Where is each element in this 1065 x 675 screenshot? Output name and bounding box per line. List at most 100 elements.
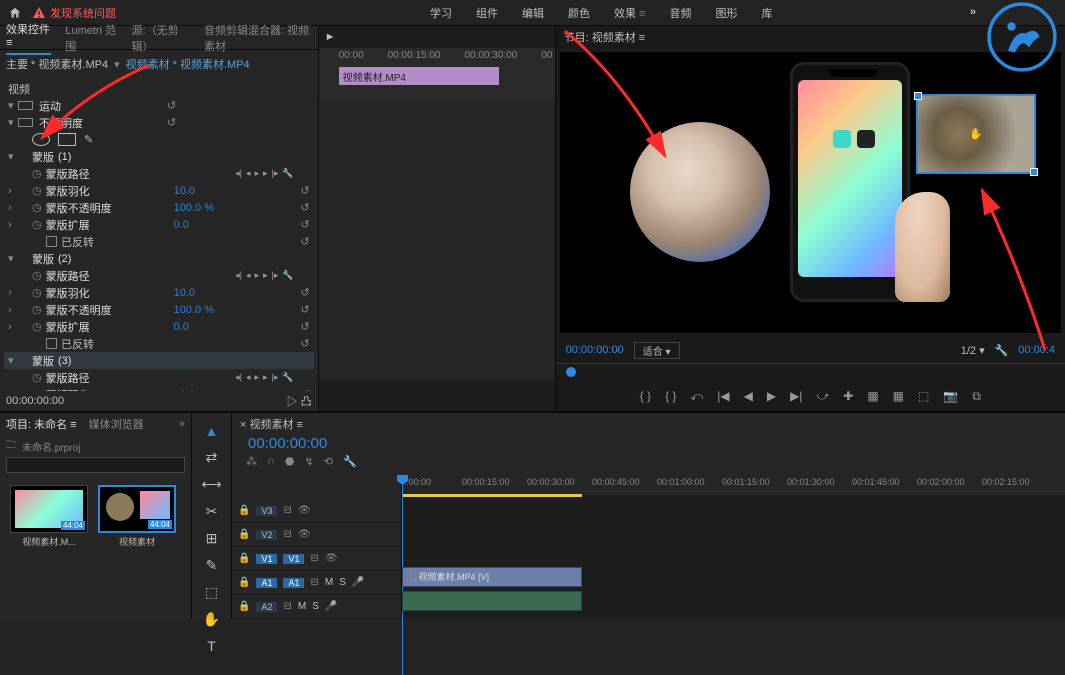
home-icon[interactable]: [8, 6, 22, 20]
mask-path[interactable]: 蒙版路径: [46, 166, 174, 182]
play-icon[interactable]: ►: [325, 31, 336, 43]
rect-mask-icon[interactable]: [58, 133, 76, 146]
zoom-fit-dropdown[interactable]: 适合 ▾: [634, 342, 680, 359]
bin-item[interactable]: 44:04 视频素材.M...: [10, 485, 88, 548]
marker-icon[interactable]: ⬣: [285, 455, 295, 475]
stopwatch-icon[interactable]: ◷: [32, 303, 42, 316]
ellipse-mask-icon[interactable]: [32, 133, 50, 146]
mask-expansion[interactable]: 蒙版扩展: [46, 319, 174, 335]
program-tab[interactable]: 节目: 视频素材 ≡: [564, 29, 646, 45]
tab-edit[interactable]: 编辑: [522, 5, 544, 21]
twirl-icon[interactable]: ▾: [8, 150, 18, 163]
kf-play-icon[interactable]: ▸: [254, 270, 259, 281]
twirl-icon[interactable]: ›: [8, 219, 20, 231]
wrench-icon[interactable]: 🔧: [282, 270, 293, 281]
program-timecode[interactable]: 00:00:00:00: [566, 344, 624, 356]
twirl-icon[interactable]: ▾: [8, 116, 18, 129]
track-tag[interactable]: V1: [283, 554, 304, 564]
add-marker-icon[interactable]: ✚: [843, 389, 853, 403]
rect-mask-selection[interactable]: ✋: [916, 94, 1036, 174]
source-patch[interactable]: A1: [256, 578, 277, 588]
mask-2[interactable]: 蒙版 (2): [32, 251, 160, 267]
reset-icon[interactable]: ↺: [300, 303, 309, 316]
track-tag[interactable]: A1: [283, 578, 304, 588]
stopwatch-icon[interactable]: ◷: [32, 184, 42, 197]
mask-expansion-value[interactable]: 0.0: [174, 321, 189, 333]
tab-project[interactable]: 项目: 未命名 ≡: [6, 416, 77, 432]
track-v2[interactable]: 🔒V2⊟👁: [232, 523, 401, 547]
kf-next-icon[interactable]: |▸: [272, 168, 279, 179]
eye-icon[interactable]: 👁: [298, 505, 311, 516]
motion-effect[interactable]: 运动: [39, 98, 167, 114]
play-icon[interactable]: ▶: [767, 389, 776, 403]
kf-prev-icon[interactable]: ◂|: [235, 168, 242, 179]
source-patch[interactable]: V1: [256, 554, 277, 564]
timeline-area[interactable]: :00:00 00:00:15:00 00:00:30:00 00:00:45:…: [402, 475, 1065, 619]
resolution-dropdown[interactable]: 1/2 ▾: [961, 344, 985, 357]
overflow-menu-icon[interactable]: »: [970, 6, 977, 18]
twirl-icon[interactable]: ›: [8, 321, 20, 333]
work-area-bar[interactable]: [402, 494, 582, 497]
pen-tool-icon[interactable]: ✎: [203, 557, 221, 574]
reset-icon[interactable]: ↺: [300, 337, 309, 350]
mic-icon[interactable]: 🎤: [352, 577, 364, 588]
track-a2[interactable]: 🔒A2⊟MS🎤: [232, 595, 401, 619]
frame-fwd-icon[interactable]: ▶|: [790, 389, 802, 403]
comparison-icon[interactable]: ⧉: [972, 389, 981, 404]
twirl-icon[interactable]: ▾: [8, 252, 18, 265]
tab-source[interactable]: 源:（无剪辑）: [132, 22, 190, 54]
track-tag[interactable]: V3: [256, 506, 277, 516]
step-back-icon[interactable]: |◀: [717, 389, 729, 403]
camera-icon[interactable]: 📷: [943, 389, 958, 403]
stopwatch-icon[interactable]: ◷: [32, 371, 42, 384]
mask-opacity-value[interactable]: 100.0 %: [174, 304, 214, 316]
toggle-icon[interactable]: 凸: [301, 396, 312, 408]
stopwatch-icon[interactable]: ◷: [32, 218, 42, 231]
eye-icon[interactable]: 👁: [298, 529, 311, 540]
stopwatch-icon[interactable]: ◷: [32, 269, 42, 282]
stopwatch-icon[interactable]: ◷: [32, 286, 42, 299]
tab-components[interactable]: 组件: [476, 5, 498, 21]
rect-tool-icon[interactable]: ⬚: [203, 584, 221, 601]
mark-in-icon[interactable]: { }: [640, 389, 651, 403]
tab-media-browser[interactable]: 媒体浏览器: [89, 416, 144, 432]
reset-icon[interactable]: ↺: [167, 99, 176, 112]
kf-play-icon[interactable]: ▸: [254, 372, 259, 383]
extract-icon[interactable]: ▦: [893, 389, 904, 403]
frame-back-icon[interactable]: ◀: [744, 389, 753, 403]
stopwatch-icon[interactable]: ◷: [32, 201, 42, 214]
program-view[interactable]: ✋: [560, 52, 1061, 333]
tab-learn[interactable]: 学习: [430, 5, 452, 21]
reset-icon[interactable]: ↺: [300, 235, 309, 248]
track-a1[interactable]: 🔒A1A1⊟MS🎤: [232, 571, 401, 595]
audio-clip[interactable]: [402, 591, 582, 611]
twirl-icon[interactable]: ›: [8, 202, 20, 214]
effects-timecode[interactable]: 00:00:00:00: [6, 395, 64, 407]
kf-play-icon[interactable]: ▸: [254, 168, 259, 179]
selection-tool-icon[interactable]: ▲: [203, 423, 221, 439]
track-v3[interactable]: 🔒V3⊟👁: [232, 499, 401, 523]
go-in-icon[interactable]: ⤺: [690, 389, 703, 404]
mask-feather[interactable]: 蒙版羽化: [46, 183, 174, 199]
track-v1[interactable]: 🔒V1V1⊟👁: [232, 547, 401, 571]
mask-path[interactable]: 蒙版路径: [46, 268, 174, 284]
snap-icon[interactable]: ⁂: [246, 455, 257, 475]
invert-checkbox[interactable]: [46, 236, 57, 247]
pen-mask-icon[interactable]: ✎: [84, 133, 102, 146]
program-scrubber[interactable]: [556, 363, 1065, 381]
mask-opacity-value[interactable]: 100.0 %: [174, 202, 214, 214]
settings-icon[interactable]: 🔧: [995, 344, 1009, 357]
slip-tool-icon[interactable]: ⊞: [203, 530, 221, 547]
ripple-tool-icon[interactable]: ⟷: [203, 476, 221, 493]
track-select-tool-icon[interactable]: ⇄: [203, 449, 221, 466]
kf-next-icon[interactable]: |▸: [272, 372, 279, 383]
time-ruler[interactable]: :00:00 00:00:15:00 00:00:30:00 00:00:45:…: [402, 475, 1065, 495]
twirl-icon[interactable]: ›: [8, 185, 20, 197]
mask-feather-value[interactable]: 10.0: [174, 287, 195, 299]
stopwatch-icon[interactable]: ◷: [32, 167, 42, 180]
mask-feather[interactable]: 蒙版羽化: [46, 285, 174, 301]
stopwatch-icon[interactable]: ◷: [32, 320, 42, 333]
invert-checkbox[interactable]: [46, 338, 57, 349]
kf-prev-icon[interactable]: ◂|: [235, 270, 242, 281]
tab-effects[interactable]: 效果 ≡: [614, 5, 645, 21]
